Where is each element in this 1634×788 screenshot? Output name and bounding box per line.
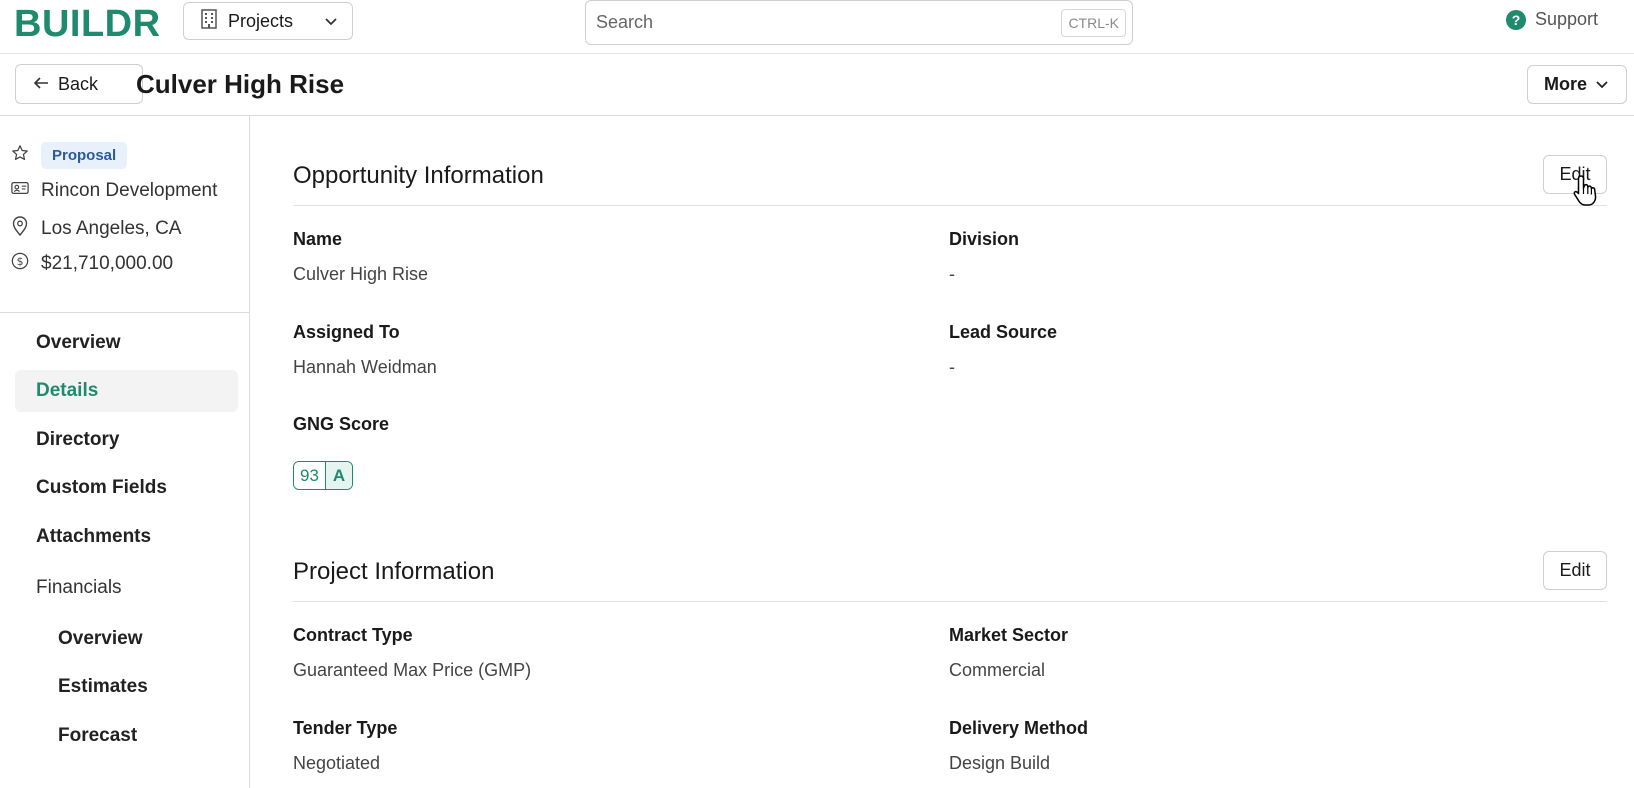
lead-source-label: Lead Source [949, 322, 1058, 342]
more-label: More [1544, 74, 1588, 94]
project-edit-button[interactable]: Edit [1543, 551, 1607, 590]
nav-item-details[interactable]: Details [15, 370, 238, 412]
id-card-icon [11, 180, 29, 202]
market-sector-label: Market Sector [949, 625, 1069, 645]
projects-dropdown[interactable]: Projects [183, 2, 353, 40]
back-label: Back [58, 73, 99, 94]
search-placeholder: Search [596, 12, 654, 32]
nav-item-estimates[interactable]: Estimates [37, 666, 237, 708]
arrow-left-icon [32, 74, 50, 95]
tender-type-label: Tender Type [293, 718, 398, 738]
search-shortcut-hint: CTRL-K [1061, 8, 1126, 37]
buildr-logo[interactable]: BUILDR [14, 2, 161, 46]
opportunity-section-title: Opportunity Information [293, 162, 544, 189]
dollar-circle-icon: $ [11, 252, 29, 276]
assigned-to-label: Assigned To [293, 322, 400, 342]
building-icon [200, 8, 218, 34]
assigned-to-value: Hannah Weidman [293, 357, 437, 377]
lead-source-value: - [949, 357, 955, 377]
nav-item-custom-fields[interactable]: Custom Fields [15, 467, 238, 509]
projects-dropdown-label: Projects [228, 10, 294, 31]
support-label: Support [1535, 9, 1599, 29]
project-amount: $21,710,000.00 [41, 253, 174, 274]
search-input[interactable]: Search CTRL-K [585, 0, 1133, 45]
nav-item-financials[interactable]: Financials [15, 567, 238, 609]
tender-type-value: Negotiated [293, 753, 381, 773]
market-sector-value: Commercial [949, 660, 1046, 680]
division-value: - [949, 264, 955, 284]
company-row: Rincon Development [11, 180, 217, 202]
gng-score-badge: 93 A [293, 461, 354, 490]
amount-row: $ $21,710,000.00 [11, 252, 173, 276]
chevron-down-icon [324, 11, 338, 32]
name-value: Culver High Rise [293, 264, 429, 284]
division-label: Division [949, 229, 1020, 249]
gng-score-number: 93 [294, 462, 326, 489]
help-icon: ? [1506, 9, 1526, 30]
nav-item-financials-overview[interactable]: Overview [37, 618, 237, 660]
project-section-title: Project Information [293, 558, 495, 585]
gng-score-grade: A [325, 462, 353, 489]
nav-item-forecast[interactable]: Forecast [37, 715, 237, 757]
delivery-method-value: Design Build [949, 753, 1051, 773]
more-button[interactable]: More [1527, 65, 1627, 104]
sidebar-divider [0, 312, 249, 313]
section-divider [293, 205, 1607, 206]
company-name: Rincon Development [41, 180, 218, 201]
svg-text:$: $ [17, 255, 24, 268]
section-divider [293, 601, 1607, 602]
main-content: Opportunity Information Edit Name Culver… [250, 116, 1634, 788]
status-row: Proposal [11, 142, 128, 169]
nav-item-directory[interactable]: Directory [15, 419, 238, 461]
contract-type-value: Guaranteed Max Price (GMP) [293, 660, 532, 680]
back-button[interactable]: Back [15, 64, 143, 104]
status-badge: Proposal [41, 142, 128, 169]
nav-item-attachments[interactable]: Attachments [15, 516, 238, 558]
hand-pointer-icon [1572, 174, 1600, 213]
nav-item-overview[interactable]: Overview [15, 322, 238, 364]
gng-score-label: GNG Score [293, 414, 390, 434]
star-icon[interactable] [11, 144, 29, 168]
support-link[interactable]: ? Support [1506, 9, 1598, 30]
map-pin-icon [11, 216, 29, 242]
chevron-down-icon [1595, 74, 1609, 95]
location-row: Los Angeles, CA [11, 216, 181, 242]
page-header: Back Culver High Rise More [0, 54, 1634, 116]
sidebar: Proposal Rincon Development Los Angeles,… [0, 116, 250, 788]
page-title: Culver High Rise [136, 69, 345, 99]
delivery-method-label: Delivery Method [949, 718, 1089, 738]
contract-type-label: Contract Type [293, 625, 413, 645]
location-text: Los Angeles, CA [41, 218, 182, 239]
top-bar: BUILDR Projects Search CTRL-K ? Support [0, 0, 1634, 54]
name-label: Name [293, 229, 343, 249]
